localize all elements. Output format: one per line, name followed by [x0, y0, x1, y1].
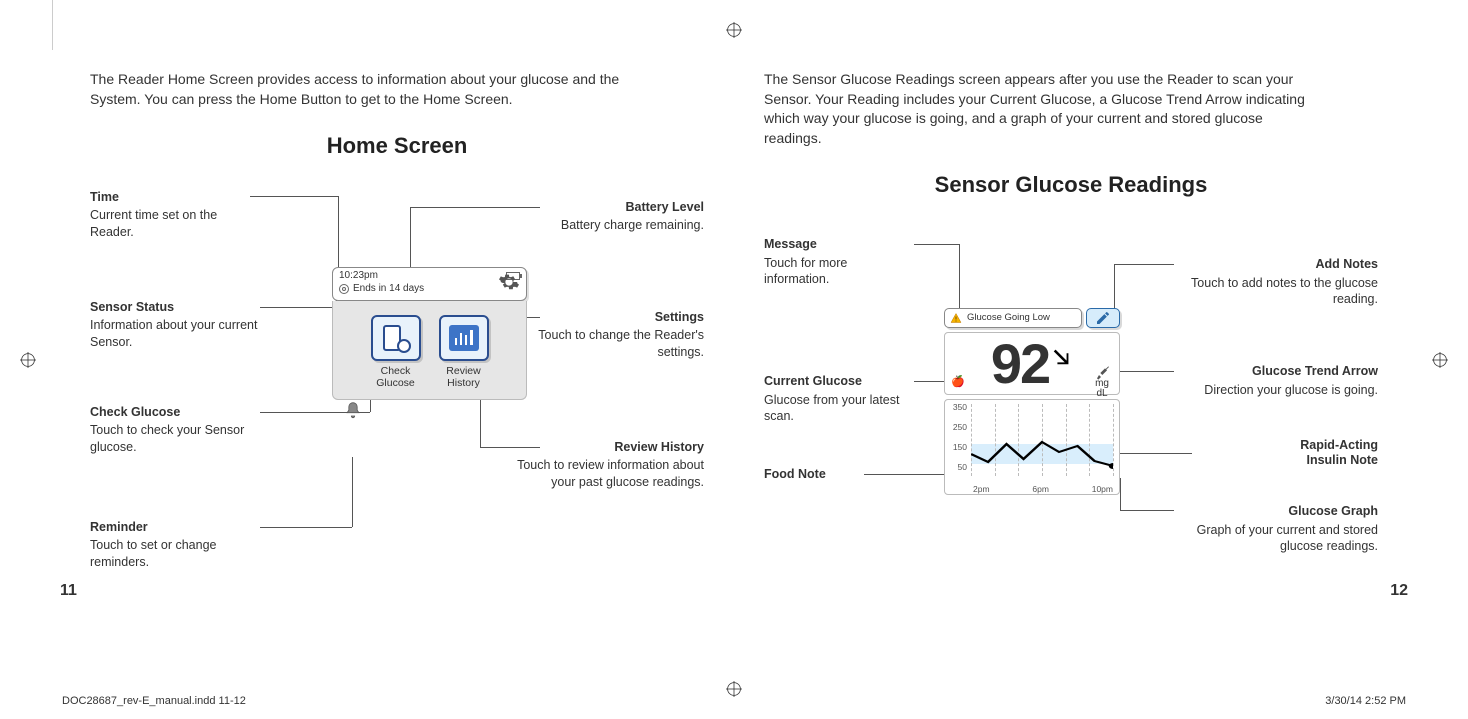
- sensor-readings-diagram: Message Touch for more information. Curr…: [764, 218, 1378, 608]
- sensor-reading-screen-mock: Glucose Going Low 92 mg dL 🍎: [944, 308, 1120, 494]
- reader-home-screen-mock: 10:23pm Ends in 14 days Check Glucose: [332, 267, 527, 400]
- reminder-bell-icon[interactable]: [343, 401, 363, 421]
- leader-line: [250, 196, 338, 197]
- callout-settings: Settings Touch to change the Reader's se…: [524, 309, 704, 360]
- leader-line: [959, 244, 960, 314]
- pencil-icon: [1095, 310, 1111, 326]
- footer-filename: DOC28687_rev-E_manual.indd 11-12: [62, 695, 246, 707]
- callout-sensor-status: Sensor Status Information about your cur…: [90, 299, 260, 350]
- clock-text: 10:23pm: [339, 270, 378, 281]
- leader-line: [338, 196, 339, 272]
- warning-icon: [949, 312, 963, 324]
- callout-insulin-note: Rapid-ActingInsulin Note: [1198, 438, 1378, 469]
- check-glucose-tile[interactable]: Check Glucose: [371, 315, 421, 389]
- callout-check-glucose: Check Glucose Touch to check your Sensor…: [90, 404, 260, 455]
- section-title: Home Screen: [90, 133, 704, 159]
- callout-glucose-graph: Glucose Graph Graph of your current and …: [1178, 503, 1378, 554]
- section-title: Sensor Glucose Readings: [764, 172, 1378, 198]
- glucose-value: 92: [991, 339, 1049, 389]
- trim-line: [52, 0, 53, 50]
- registration-mark-icon: [20, 352, 36, 368]
- check-glucose-icon: [371, 315, 421, 361]
- glucose-graph: 350 250 150 50: [944, 399, 1120, 495]
- apple-icon: 🍎: [951, 375, 965, 388]
- callout-message: Message Touch for more information.: [764, 236, 914, 287]
- review-history-tile[interactable]: Review History: [439, 315, 489, 389]
- leader-line: [1114, 264, 1174, 265]
- leader-line: [480, 447, 540, 448]
- page-11: The Reader Home Screen provides access t…: [60, 70, 734, 580]
- leader-line: [410, 207, 540, 208]
- glucose-line-icon: [971, 404, 1113, 476]
- review-history-icon: [439, 315, 489, 361]
- page-number: 12: [1390, 582, 1408, 600]
- footer-datetime: 3/30/14 2:52 PM: [1325, 695, 1406, 707]
- registration-mark-icon: [726, 22, 742, 38]
- leader-line: [1120, 478, 1121, 510]
- sensor-status-text: Ends in 14 days: [353, 283, 424, 294]
- callout-battery-level: Battery Level Battery charge remaining.: [524, 199, 704, 234]
- graph-y-labels: 350 250 150 50: [949, 402, 967, 472]
- add-notes-button[interactable]: [1086, 308, 1120, 328]
- sensor-icon: [339, 284, 349, 294]
- callout-time: Time Current time set on the Reader.: [90, 189, 250, 240]
- leader-line: [260, 307, 336, 308]
- leader-line: [1120, 510, 1174, 511]
- page-12: The Sensor Glucose Readings screen appea…: [734, 70, 1408, 580]
- leader-line: [914, 244, 959, 245]
- home-screen-diagram: Time Current time set on the Reader. Sen…: [90, 179, 704, 569]
- intro-paragraph: The Sensor Glucose Readings screen appea…: [764, 70, 1324, 148]
- message-button[interactable]: Glucose Going Low: [944, 308, 1082, 328]
- home-screen-body: Check Glucose Review History: [332, 301, 527, 400]
- callout-reminder: Reminder Touch to set or change reminder…: [90, 519, 260, 570]
- registration-mark-icon: [1432, 352, 1448, 368]
- leader-line: [260, 527, 352, 528]
- callout-trend-arrow: Glucose Trend Arrow Direction your gluco…: [1178, 363, 1378, 398]
- graph-x-labels: 2pm 6pm 10pm: [973, 484, 1113, 494]
- page-number: 11: [60, 582, 77, 600]
- message-text: Glucose Going Low: [967, 313, 1050, 323]
- callout-food-note: Food Note: [764, 466, 864, 484]
- syringe-icon: [1095, 365, 1111, 386]
- glucose-reading-panel: 92 mg dL 🍎: [944, 332, 1120, 394]
- settings-icon[interactable]: [498, 271, 520, 293]
- print-footer: DOC28687_rev-E_manual.indd 11-12 3/30/14…: [62, 695, 1406, 707]
- callout-add-notes: Add Notes Touch to add notes to the gluc…: [1178, 256, 1378, 307]
- trend-arrow-icon: [1051, 345, 1073, 367]
- status-bar: 10:23pm Ends in 14 days: [332, 267, 527, 301]
- leader-line: [410, 207, 411, 271]
- leader-line: [352, 457, 353, 527]
- intro-paragraph: The Reader Home Screen provides access t…: [90, 70, 650, 109]
- callout-current-glucose: Current Glucose Glucose from your latest…: [764, 373, 914, 424]
